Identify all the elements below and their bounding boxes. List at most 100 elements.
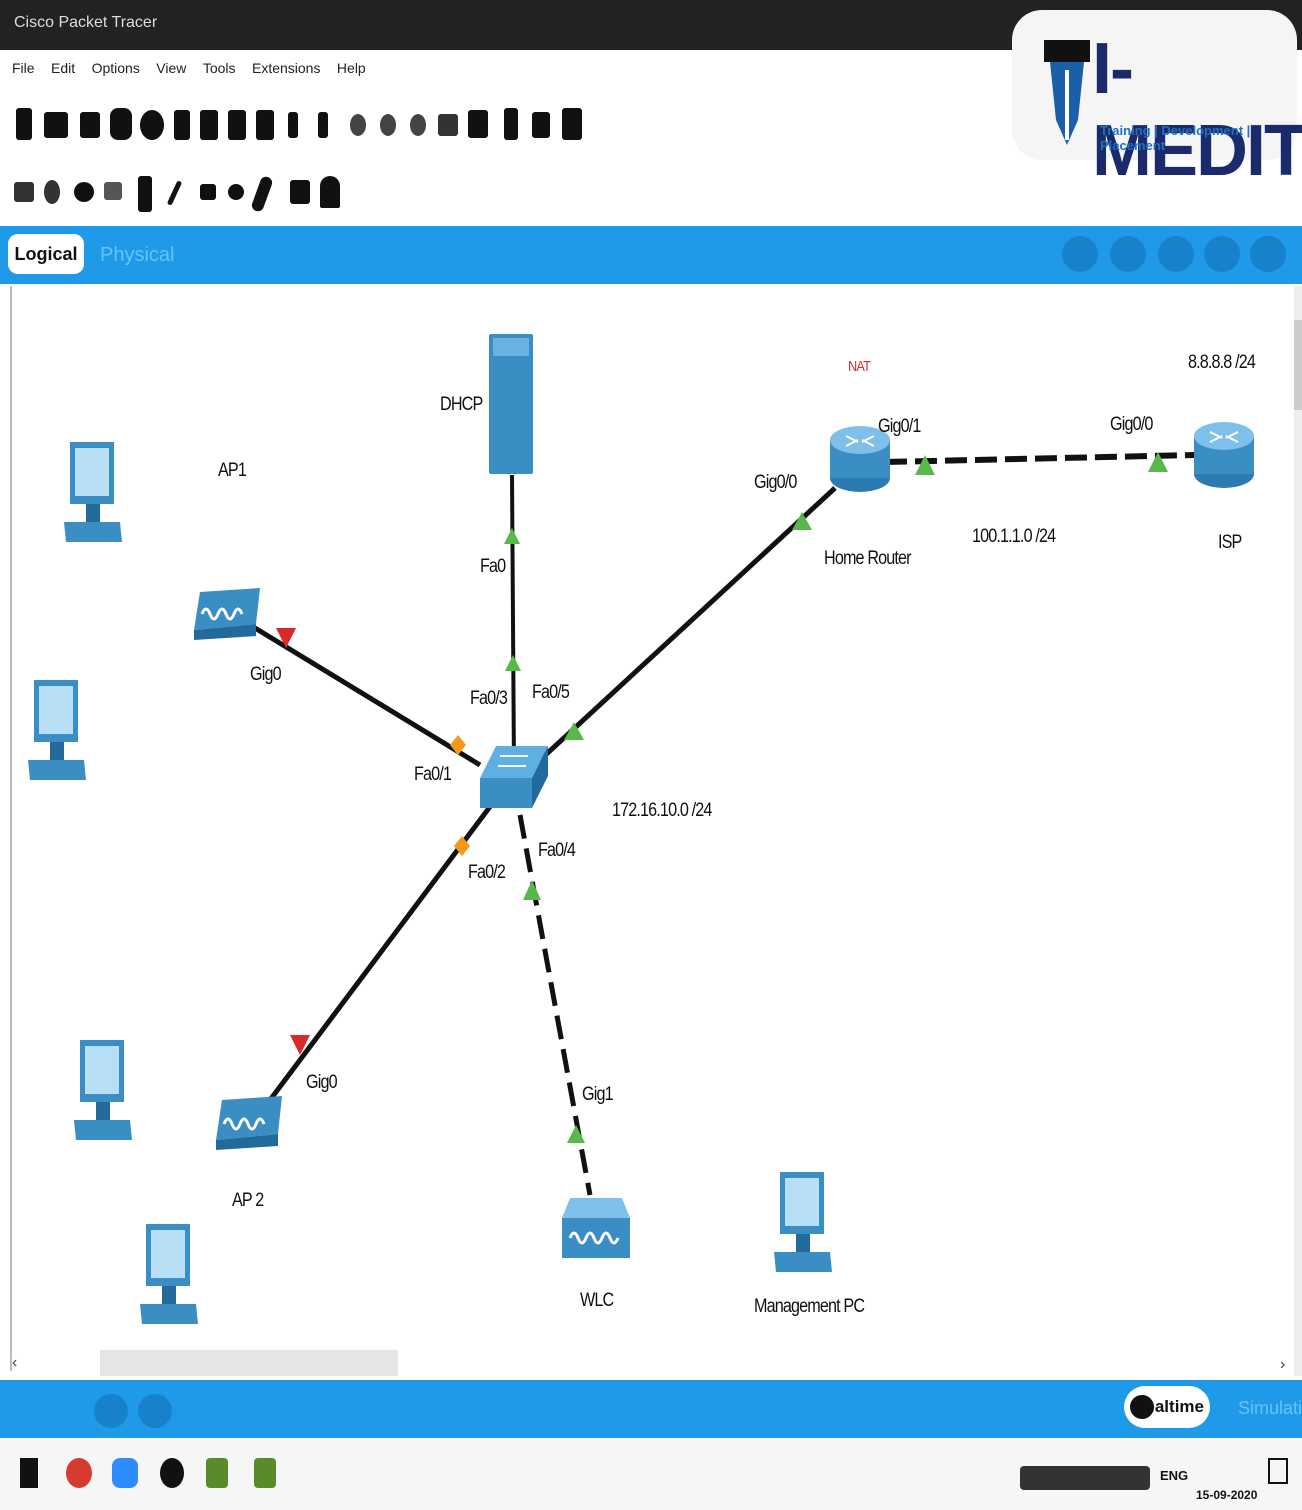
open-folder-icon[interactable] (44, 112, 68, 138)
root-button[interactable] (1062, 236, 1098, 272)
management-pc-label: Management PC (754, 1296, 865, 1317)
pdu-list-icon[interactable] (504, 108, 518, 140)
help-icon[interactable] (562, 108, 582, 140)
ipc-icon[interactable] (532, 112, 550, 138)
freeform-icon[interactable] (250, 175, 274, 213)
pc-icon[interactable] (26, 678, 90, 782)
draw-line-icon[interactable] (166, 180, 183, 206)
logical-tab-label: Logical (14, 244, 78, 264)
isp-network-annotation: 8.8.8.8 /24 (1188, 352, 1256, 373)
menu-file[interactable]: File (12, 60, 35, 76)
activity-wizard-icon[interactable] (140, 110, 164, 140)
tray-icons[interactable] (1020, 1466, 1150, 1490)
add-simple-pdu-icon[interactable] (290, 180, 310, 204)
dhcp-fa0-port-label: Fa0 (480, 556, 506, 577)
pc-icon[interactable] (62, 440, 126, 544)
vpn-icon[interactable] (160, 1458, 184, 1488)
workspace-bar: Logical Physical (0, 226, 1302, 284)
environment-button[interactable] (1158, 236, 1194, 272)
fast-forward-button[interactable] (138, 1394, 172, 1428)
chrome-icon[interactable] (66, 1458, 92, 1488)
zoom-out-icon[interactable] (410, 114, 426, 136)
ap2-gig0-port-label: Gig0 (306, 1072, 338, 1093)
ap1-label: AP1 (218, 460, 247, 481)
draw-rectangle-icon[interactable] (200, 184, 216, 200)
menu-view[interactable]: View (156, 60, 186, 76)
zoom-app-icon[interactable] (112, 1458, 138, 1488)
set-tiled-background-button[interactable] (1204, 236, 1240, 272)
switch-fa05-port-label: Fa0/5 (532, 682, 570, 703)
dhcp-server-icon[interactable] (487, 332, 537, 477)
clock-icon (1130, 1395, 1154, 1419)
pc-icon[interactable] (138, 1222, 202, 1326)
lan-network-annotation: 172.16.10.0 /24 (612, 800, 712, 821)
menu-edit[interactable]: Edit (51, 60, 75, 76)
viewport-button[interactable] (1110, 236, 1146, 272)
zoom-reset-icon[interactable] (380, 114, 396, 136)
pc-icon[interactable] (72, 1038, 136, 1142)
select-icon[interactable] (14, 182, 34, 202)
time-button[interactable] (1250, 236, 1286, 272)
language-indicator[interactable]: ENG (1160, 1468, 1188, 1483)
realtime-mode-button[interactable]: Realtime (1124, 1386, 1210, 1428)
print-icon[interactable] (110, 108, 132, 140)
save-icon[interactable] (80, 112, 100, 138)
copy-icon[interactable] (228, 110, 246, 140)
management-pc-icon[interactable] (772, 1170, 836, 1274)
windows-taskbar: ENG 15-09-2020 (0, 1440, 1302, 1510)
drawing-toolbar (10, 170, 370, 215)
inspect-icon[interactable] (44, 180, 60, 204)
simulation-mode-button[interactable]: Simulation (1238, 1398, 1302, 1419)
realtime-bar: Realtime Simulation (0, 1380, 1302, 1438)
vertical-scrollbar-thumb[interactable] (1294, 320, 1302, 410)
menu-bar: File Edit Options View Tools Extensions … (0, 50, 1010, 90)
packet-tracer-icon[interactable] (254, 1458, 276, 1488)
router-gig01-port-label: Gig0/1 (878, 416, 921, 437)
physical-tab-label: Physical (100, 244, 175, 266)
paste-icon[interactable] (256, 110, 274, 140)
scroll-left-arrow[interactable]: ‹ (12, 1354, 17, 1372)
system-date: 15-09-2020 (1196, 1488, 1258, 1502)
delete-icon[interactable] (74, 182, 94, 202)
menu-help[interactable]: Help (337, 60, 366, 76)
dhcp-label: DHCP (440, 394, 483, 415)
packet-tracer-icon[interactable] (206, 1458, 228, 1488)
scroll-right-arrow[interactable]: › (1280, 1356, 1285, 1374)
logical-workspace[interactable] (10, 286, 1294, 1371)
switch-fa01-port-label: Fa0/1 (414, 764, 452, 785)
wlc-controller-icon[interactable] (560, 1192, 632, 1262)
vertical-scrollbar[interactable] (1294, 286, 1302, 1376)
home-router-label: Home Router (824, 548, 912, 569)
nat-annotation: NAT (848, 358, 871, 375)
menu-extensions[interactable]: Extensions (252, 60, 320, 76)
redo-icon[interactable] (318, 112, 328, 138)
drawing-palette-icon[interactable] (438, 114, 458, 136)
notification-icon[interactable] (1268, 1458, 1288, 1484)
horizontal-scrollbar-thumb[interactable] (100, 1350, 398, 1376)
network-info-icon[interactable] (174, 110, 190, 140)
custom-device-icon[interactable] (200, 110, 218, 140)
tab-logical[interactable]: Logical (8, 234, 84, 274)
custom-devices-dialog-icon[interactable] (468, 110, 488, 138)
menu-options[interactable]: Options (92, 60, 140, 76)
tab-physical[interactable]: Physical (100, 244, 174, 267)
simulation-label: Simulation (1238, 1398, 1302, 1418)
resize-icon[interactable] (104, 182, 122, 200)
zoom-in-icon[interactable] (350, 114, 366, 136)
ap1-gig0-port-label: Gig0 (250, 664, 282, 685)
place-note-icon[interactable] (138, 176, 152, 212)
wlc-gig1-port-label: Gig1 (582, 1084, 614, 1105)
isp-label: ISP (1218, 532, 1242, 553)
start-icon[interactable] (20, 1458, 38, 1488)
power-cycle-button[interactable] (94, 1394, 128, 1428)
ap2-access-point-icon[interactable] (212, 1092, 284, 1152)
ap1-access-point-icon[interactable] (190, 584, 262, 640)
isp-router-icon[interactable] (1192, 416, 1256, 492)
draw-ellipse-icon[interactable] (228, 184, 244, 200)
switch-icon[interactable] (478, 742, 550, 812)
new-file-icon[interactable] (16, 108, 32, 140)
wlc-label: WLC (580, 1290, 614, 1311)
undo-icon[interactable] (288, 112, 298, 138)
add-complex-pdu-icon[interactable] (320, 176, 340, 208)
menu-tools[interactable]: Tools (203, 60, 236, 76)
